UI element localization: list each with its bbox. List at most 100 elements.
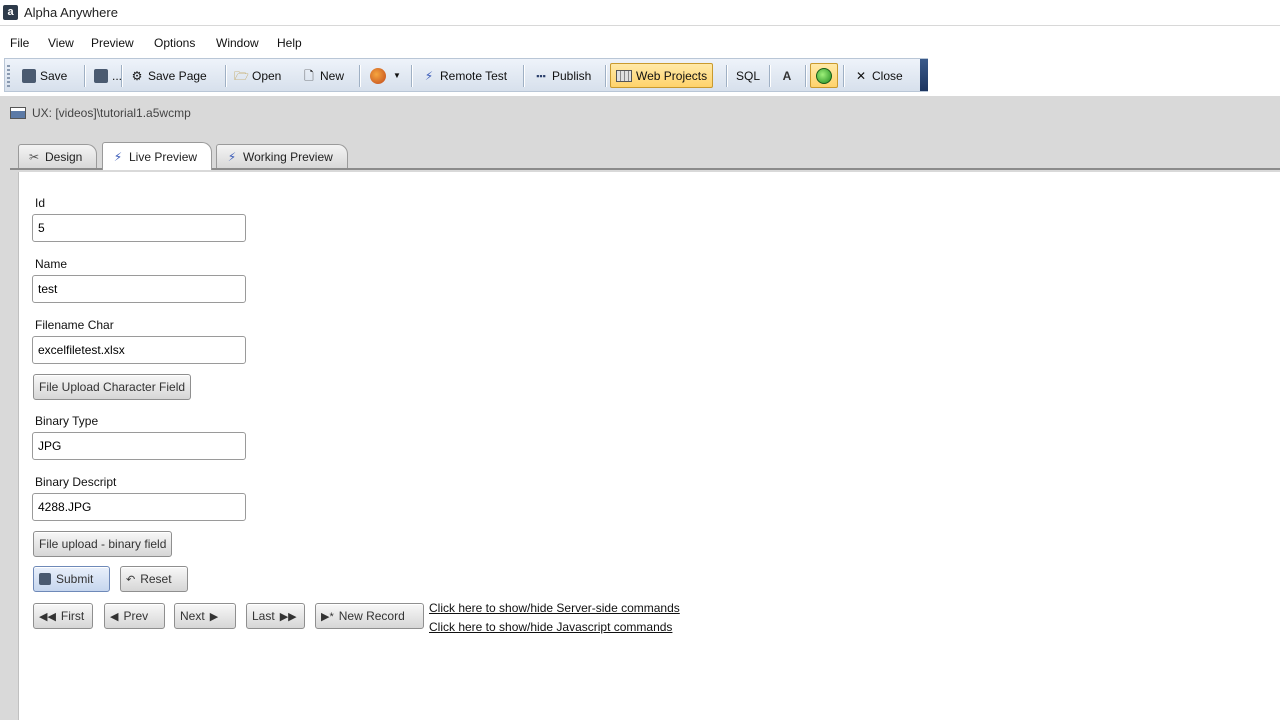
new-file-icon: 🗋 xyxy=(304,68,314,83)
document-title-bar: UX: [videos]\tutorial1.a5wcmp xyxy=(10,104,191,122)
menu-view[interactable]: View xyxy=(48,36,74,50)
view-tabs: ✂ Design ⚡ Live Preview ⚡ Working Previe… xyxy=(10,142,1280,170)
file-upload-binary-label: File upload - binary field xyxy=(39,537,167,551)
tab-live-preview-label: Live Preview xyxy=(129,149,198,164)
submit-button[interactable]: Submit xyxy=(33,566,110,592)
toolbar-separator xyxy=(121,65,122,87)
id-input[interactable] xyxy=(32,214,246,242)
toolbar-end-handle[interactable] xyxy=(920,59,928,91)
new-record-icon: ▶* xyxy=(321,610,334,623)
toolbar-separator xyxy=(769,65,770,87)
lightning-icon: ⚡ xyxy=(424,68,434,83)
app-logo-icon: a xyxy=(3,5,18,20)
new-record-label: New Record xyxy=(338,609,405,623)
menu-window[interactable]: Window xyxy=(216,36,259,50)
toolbar-separator xyxy=(805,65,806,87)
save-icon xyxy=(39,573,51,585)
toolbar-separator xyxy=(523,65,524,87)
title-bar: a Alpha Anywhere xyxy=(0,0,1280,26)
file-upload-character-button[interactable]: File Upload Character Field xyxy=(33,374,192,400)
folder-icon: 🗁 xyxy=(234,68,249,83)
new-button[interactable]: 🗋 New xyxy=(297,63,349,88)
filename-char-input[interactable] xyxy=(32,336,246,364)
save-page-button[interactable]: ⚙ Save Page xyxy=(125,63,212,88)
binary-type-input[interactable] xyxy=(32,432,246,460)
new-label: New xyxy=(320,68,345,83)
menu-file[interactable]: File xyxy=(10,36,29,50)
id-label: Id xyxy=(35,196,46,210)
javascript-commands-link[interactable]: Click here to show/hide Javascript comma… xyxy=(429,620,672,634)
server-side-commands-link[interactable]: Click here to show/hide Server-side comm… xyxy=(429,601,680,615)
prev-record-button[interactable]: ◀ Prev xyxy=(104,603,165,629)
toolbar-separator xyxy=(84,65,85,87)
binary-descript-label: Binary Descript xyxy=(35,475,117,489)
web-projects-icon xyxy=(616,69,632,82)
first-record-button[interactable]: ◀◀ First xyxy=(33,603,93,629)
open-button[interactable]: 🗁 Open xyxy=(229,63,286,88)
last-record-button[interactable]: Last ▶▶ xyxy=(246,603,305,629)
tab-working-preview-label: Working Preview xyxy=(243,149,333,164)
first-label: First xyxy=(60,609,85,623)
menu-preview[interactable]: Preview xyxy=(91,36,134,50)
first-icon: ◀◀ xyxy=(39,610,56,623)
menu-help[interactable]: Help xyxy=(277,36,302,50)
new-record-button[interactable]: ▶* New Record xyxy=(315,603,424,629)
name-input[interactable] xyxy=(32,275,246,303)
name-label: Name xyxy=(35,257,68,271)
menu-options[interactable]: Options xyxy=(154,36,195,50)
filename-char-label: Filename Char xyxy=(35,318,114,332)
save-label: Save xyxy=(40,68,68,83)
tab-design[interactable]: ✂ Design xyxy=(18,144,98,168)
next-record-button[interactable]: Next ▶ xyxy=(174,603,236,629)
firefox-icon xyxy=(370,67,386,84)
toolbar-grip[interactable] xyxy=(7,65,10,87)
reset-button[interactable]: ↶ Reset xyxy=(120,566,188,592)
close-label: Close xyxy=(872,68,903,83)
save-page-label: Save Page xyxy=(148,68,207,83)
tab-live-preview[interactable]: ⚡ Live Preview xyxy=(102,142,213,170)
save-all-icon xyxy=(94,68,108,83)
next-icon: ▶ xyxy=(209,610,219,623)
tab-working-preview[interactable]: ⚡ Working Preview xyxy=(216,144,348,168)
last-label: Last xyxy=(252,609,275,623)
sql-label: SQL xyxy=(736,68,761,83)
save-page-icon: ⚙ xyxy=(131,68,143,83)
toolbar-separator xyxy=(726,65,727,87)
prev-icon: ◀ xyxy=(110,610,119,623)
close-button[interactable]: ✕ Close xyxy=(849,63,908,88)
sql-button[interactable]: SQL xyxy=(731,63,765,88)
web-projects-button[interactable]: Web Projects xyxy=(610,63,714,88)
binary-descript-input[interactable] xyxy=(32,493,246,521)
server-status-button[interactable] xyxy=(810,63,838,88)
save-icon xyxy=(22,68,36,83)
remote-test-button[interactable]: ⚡ Remote Test xyxy=(417,63,512,88)
web-projects-label: Web Projects xyxy=(636,68,708,83)
server-status-icon xyxy=(816,67,832,84)
text-dictionary-button[interactable]: A xyxy=(775,63,799,88)
publish-icon: ▪▪▪ xyxy=(536,70,546,81)
lightning-icon: ⚡ xyxy=(113,149,123,164)
save-button[interactable]: Save xyxy=(17,63,72,88)
document-title: UX: [videos]\tutorial1.a5wcmp xyxy=(32,106,191,120)
remote-test-label: Remote Test xyxy=(440,68,508,83)
toolbar-separator xyxy=(225,65,226,87)
undo-icon: ↶ xyxy=(126,573,136,586)
chevron-down-icon[interactable]: ▼ xyxy=(390,69,404,83)
window-title: Alpha Anywhere xyxy=(24,5,118,20)
reset-label: Reset xyxy=(140,572,172,586)
file-upload-character-label: File Upload Character Field xyxy=(39,380,186,394)
file-upload-binary-button[interactable]: File upload - binary field xyxy=(33,531,173,557)
last-icon: ▶▶ xyxy=(279,610,297,623)
close-icon: ✕ xyxy=(855,68,867,83)
prev-label: Prev xyxy=(123,609,149,623)
publish-button[interactable]: ▪▪▪ Publish xyxy=(529,63,596,88)
browser-preview-button[interactable]: ▼ xyxy=(365,63,409,88)
publish-label: Publish xyxy=(552,68,592,83)
main-toolbar: Save ... ⚙ Save Page 🗁 Open 🗋 New ▼ ⚡ Re… xyxy=(4,58,928,92)
tab-design-label: Design xyxy=(45,149,83,164)
tools-icon: ✂ xyxy=(28,149,40,164)
submit-label: Submit xyxy=(56,572,94,586)
open-label: Open xyxy=(252,68,282,83)
toolbar-separator xyxy=(605,65,606,87)
document-icon xyxy=(10,107,26,119)
